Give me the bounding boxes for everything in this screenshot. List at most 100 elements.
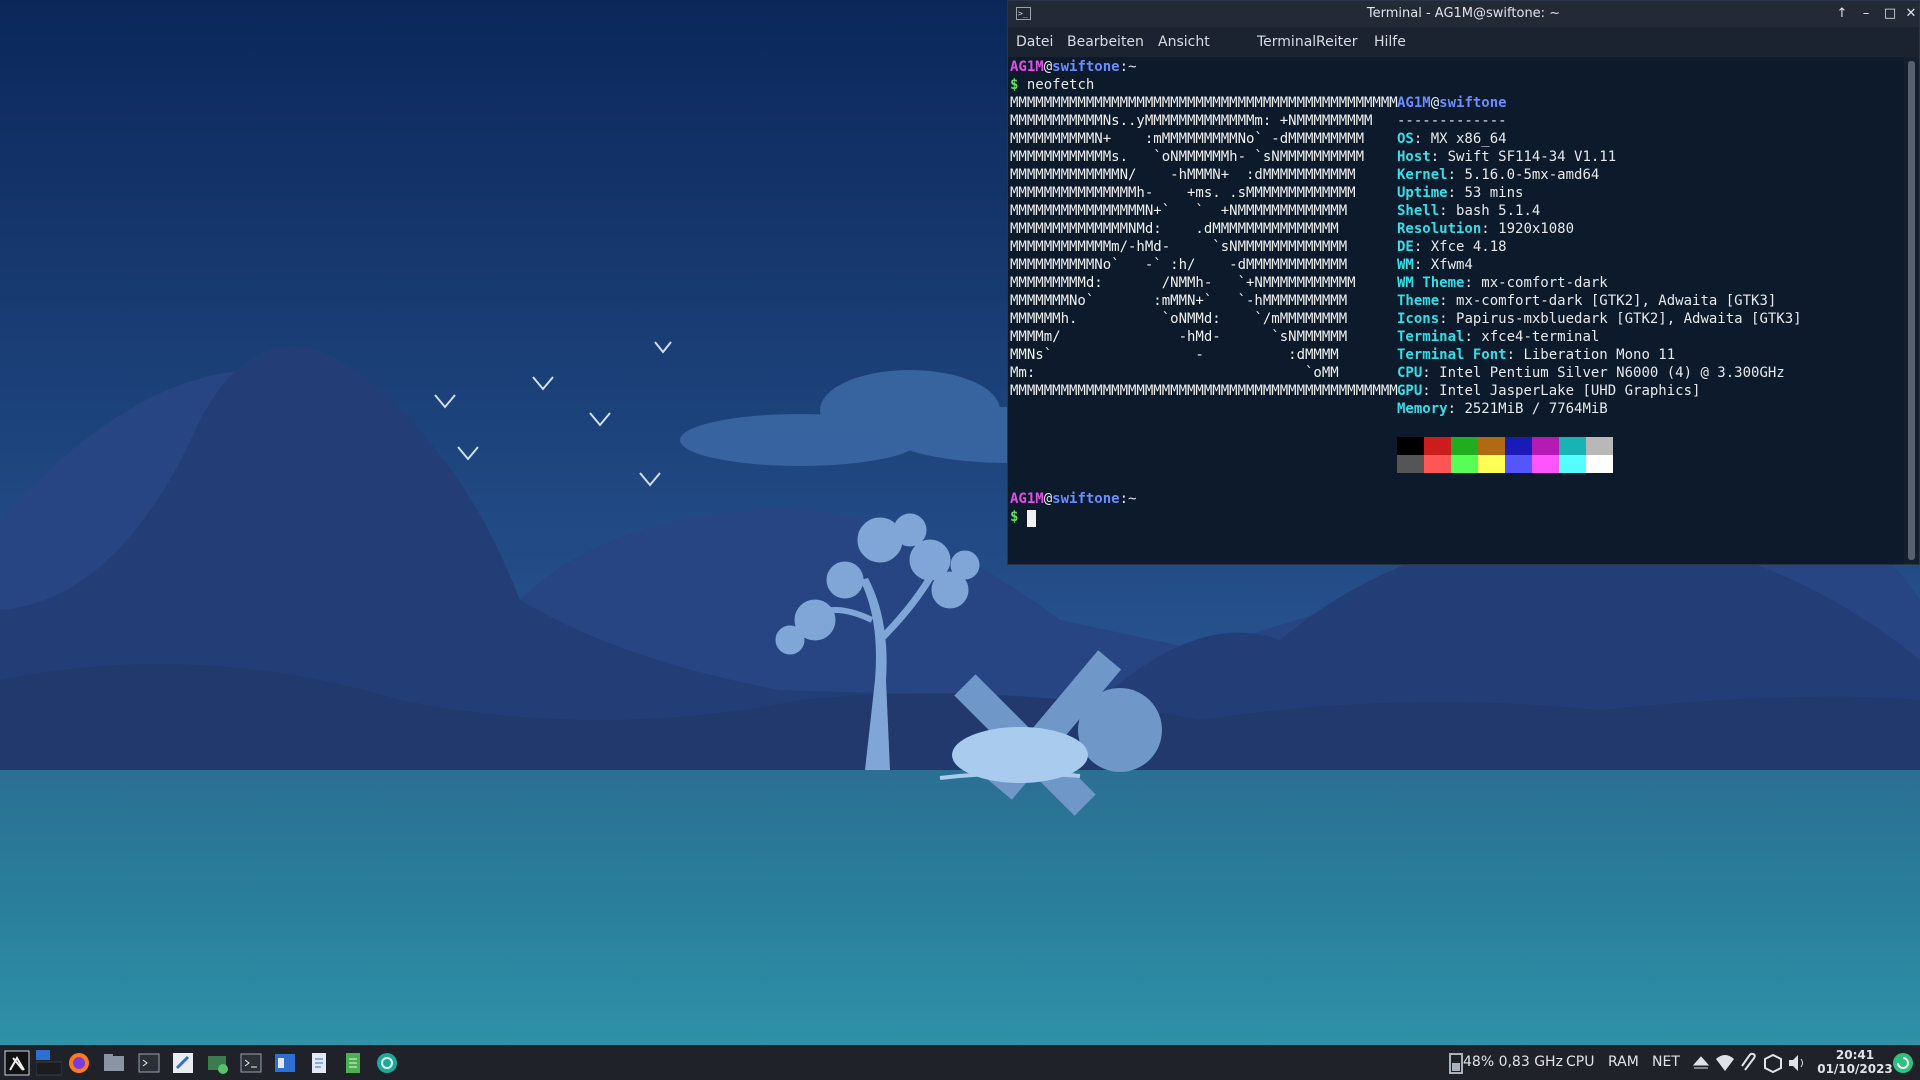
info-header: AG1M@swiftone	[1397, 94, 1507, 112]
terminal-launcher-icon[interactable]	[136, 1050, 162, 1076]
ram-monitor-label[interactable]: RAM	[1608, 1054, 1639, 1070]
ascii-line: MMMMMMMMMMMMMN/ -hMMMN+ :dMMMMMMMMMMM	[1010, 167, 1356, 183]
scrollbar-thumb[interactable]	[1908, 61, 1915, 560]
info-at: @	[1430, 95, 1440, 111]
color-swatch	[1397, 437, 1424, 455]
minimize-button[interactable]: –	[1856, 4, 1876, 24]
clipboard-icon[interactable]	[1736, 1050, 1762, 1076]
ascii-line: MMMMMMMMMMMMMMMMMMMMMMMMMMMMMMMMMMMMMMMM…	[1010, 383, 1398, 399]
window-titlebar[interactable]: >_ Terminal - AG1M@swiftone: ~ ↑ – □ ✕	[1008, 1, 1919, 27]
info-value: bash 5.1.4	[1456, 203, 1541, 219]
info-row: DE: Xfce 4.18	[1397, 239, 1507, 255]
info-user: AG1M	[1397, 95, 1431, 111]
info-row: Shell: bash 5.1.4	[1397, 203, 1541, 219]
color-swatch	[1532, 437, 1559, 455]
ascii-line: MMMMm/ -hMd- `sNMMMMMM	[1010, 329, 1348, 345]
prompt-user: AG1M	[1010, 59, 1044, 75]
prompt-at: @	[1043, 491, 1053, 507]
color-palette	[1397, 437, 1613, 473]
info-row: Memory: 2521MiB / 7764MiB	[1397, 401, 1608, 417]
firefox-icon[interactable]	[66, 1050, 92, 1076]
terminal-output[interactable]: AG1M@swiftone:~ $ neofetch MMMMMMMMMMMMM…	[1008, 57, 1906, 564]
info-key: OS	[1397, 131, 1414, 147]
info-value: Intel JasperLake [UHD Graphics]	[1439, 383, 1701, 399]
shade-window-icon[interactable]: ↑	[1832, 4, 1852, 24]
color-swatch	[1451, 437, 1478, 455]
prompt-line: AG1M@swiftone:~	[1010, 58, 1136, 76]
software-updater-icon[interactable]	[374, 1050, 400, 1076]
prompt-symbol: $	[1010, 509, 1019, 525]
info-row: Resolution: 1920x1080	[1397, 221, 1575, 237]
menu-datei[interactable]: Datei	[1016, 34, 1053, 50]
info-key: Host	[1397, 149, 1431, 165]
terminal-window-task-icon[interactable]	[238, 1050, 264, 1076]
color-swatch	[1478, 455, 1505, 473]
workspace-switcher-icon[interactable]	[36, 1050, 62, 1076]
clock-date: 01/10/2023	[1817, 1062, 1893, 1076]
info-value: xfce4-terminal	[1481, 329, 1600, 345]
menu-ansicht[interactable]: Ansicht	[1158, 34, 1210, 50]
ascii-line: MMMMMMMNo` :mMMN+` `-hMMMMMMMMMM	[1010, 293, 1348, 309]
mx-menu-icon[interactable]	[4, 1050, 30, 1076]
package-updates-icon[interactable]	[1760, 1050, 1786, 1076]
info-key: Terminal Font	[1397, 347, 1507, 363]
lake	[0, 770, 1920, 1045]
mx-tools-icon[interactable]	[272, 1050, 298, 1076]
info-row: WM Theme: mx-comfort-dark	[1397, 275, 1608, 291]
info-value: 1920x1080	[1498, 221, 1575, 237]
refresh-icon[interactable]	[1890, 1050, 1916, 1076]
info-value: Xfwm4	[1430, 257, 1473, 273]
menu-bearbeiten[interactable]: Bearbeiten	[1067, 34, 1144, 50]
color-swatch	[1505, 437, 1532, 455]
text-editor-icon[interactable]	[170, 1050, 196, 1076]
info-key: WM Theme	[1397, 275, 1465, 291]
text-cursor	[1027, 510, 1036, 527]
info-key: Theme	[1397, 293, 1440, 309]
cpu-monitor-label[interactable]: CPU	[1566, 1054, 1594, 1070]
menu-reiter[interactable]: Reiter	[1316, 34, 1357, 50]
maximize-button[interactable]: □	[1880, 4, 1900, 24]
terminal-window[interactable]: >_ Terminal - AG1M@swiftone: ~ ↑ – □ ✕ D…	[1007, 0, 1920, 565]
command-text: neofetch	[1018, 77, 1095, 93]
info-row: Host: Swift SF114-34 V1.11	[1397, 149, 1617, 165]
color-swatch	[1424, 437, 1451, 455]
eject-icon[interactable]	[1688, 1050, 1714, 1076]
menu-hilfe[interactable]: Hilfe	[1374, 34, 1406, 50]
volume-icon[interactable]	[1784, 1050, 1810, 1076]
color-swatch	[1505, 455, 1532, 473]
terminal-scrollbar[interactable]	[1904, 57, 1919, 564]
info-row: Kernel: 5.16.0-5mx-amd64	[1397, 167, 1600, 183]
window-title: Terminal - AG1M@swiftone: ~	[1366, 6, 1561, 21]
info-row: OS: MX x86_64	[1397, 131, 1507, 147]
ascii-line: MMMMMMMMMMMMMMNMd: .dMMMMMMMMMMMMMMM	[1010, 221, 1339, 237]
close-button[interactable]: ✕	[1901, 4, 1919, 24]
color-swatch	[1559, 455, 1586, 473]
wifi-icon[interactable]	[1712, 1050, 1738, 1076]
net-monitor-label[interactable]: NET	[1652, 1054, 1680, 1070]
info-key: Shell	[1397, 203, 1440, 219]
info-key: Kernel	[1397, 167, 1448, 183]
color-swatch	[1478, 437, 1505, 455]
menu-terminal[interactable]: Terminal	[1257, 34, 1316, 50]
info-value: 53 mins	[1464, 185, 1524, 201]
file-manager-icon[interactable]	[101, 1050, 127, 1076]
info-key: Memory	[1397, 401, 1448, 417]
info-row: GPU: Intel JasperLake [UHD Graphics]	[1397, 383, 1701, 399]
info-rule: -------------	[1397, 113, 1507, 129]
ascii-line: MMMMMMMMMd: /NMMh- `+NMMMMMMMMMMM	[1010, 275, 1356, 291]
clock[interactable]: 20:41 01/10/2023	[1810, 1048, 1900, 1076]
cpu-frequency-text[interactable]: 48% 0,83 GHz	[1463, 1054, 1563, 1070]
prompt-path: :~	[1119, 491, 1137, 507]
ascii-line: MMMMMMMMMMMMs. `oNMMMMMMh- `sNMMMMMMMMMM	[1010, 149, 1365, 165]
document-icon[interactable]	[306, 1050, 332, 1076]
ascii-line: MMNs` - :dMMMM	[1010, 347, 1339, 363]
ascii-line: MMMMMMMMMMN+ :mMMMMMMMMMNo` -dMMMMMMMMM	[1010, 131, 1365, 147]
info-value: Liberation Mono 11	[1523, 347, 1676, 363]
info-key: WM	[1397, 257, 1414, 273]
spreadsheet-icon[interactable]	[340, 1050, 366, 1076]
command-line-2: $	[1010, 508, 1018, 526]
prompt-at: @	[1043, 59, 1053, 75]
info-key: DE	[1397, 239, 1414, 255]
info-value: Swift SF114-34 V1.11	[1447, 149, 1617, 165]
package-installer-icon[interactable]	[204, 1050, 230, 1076]
